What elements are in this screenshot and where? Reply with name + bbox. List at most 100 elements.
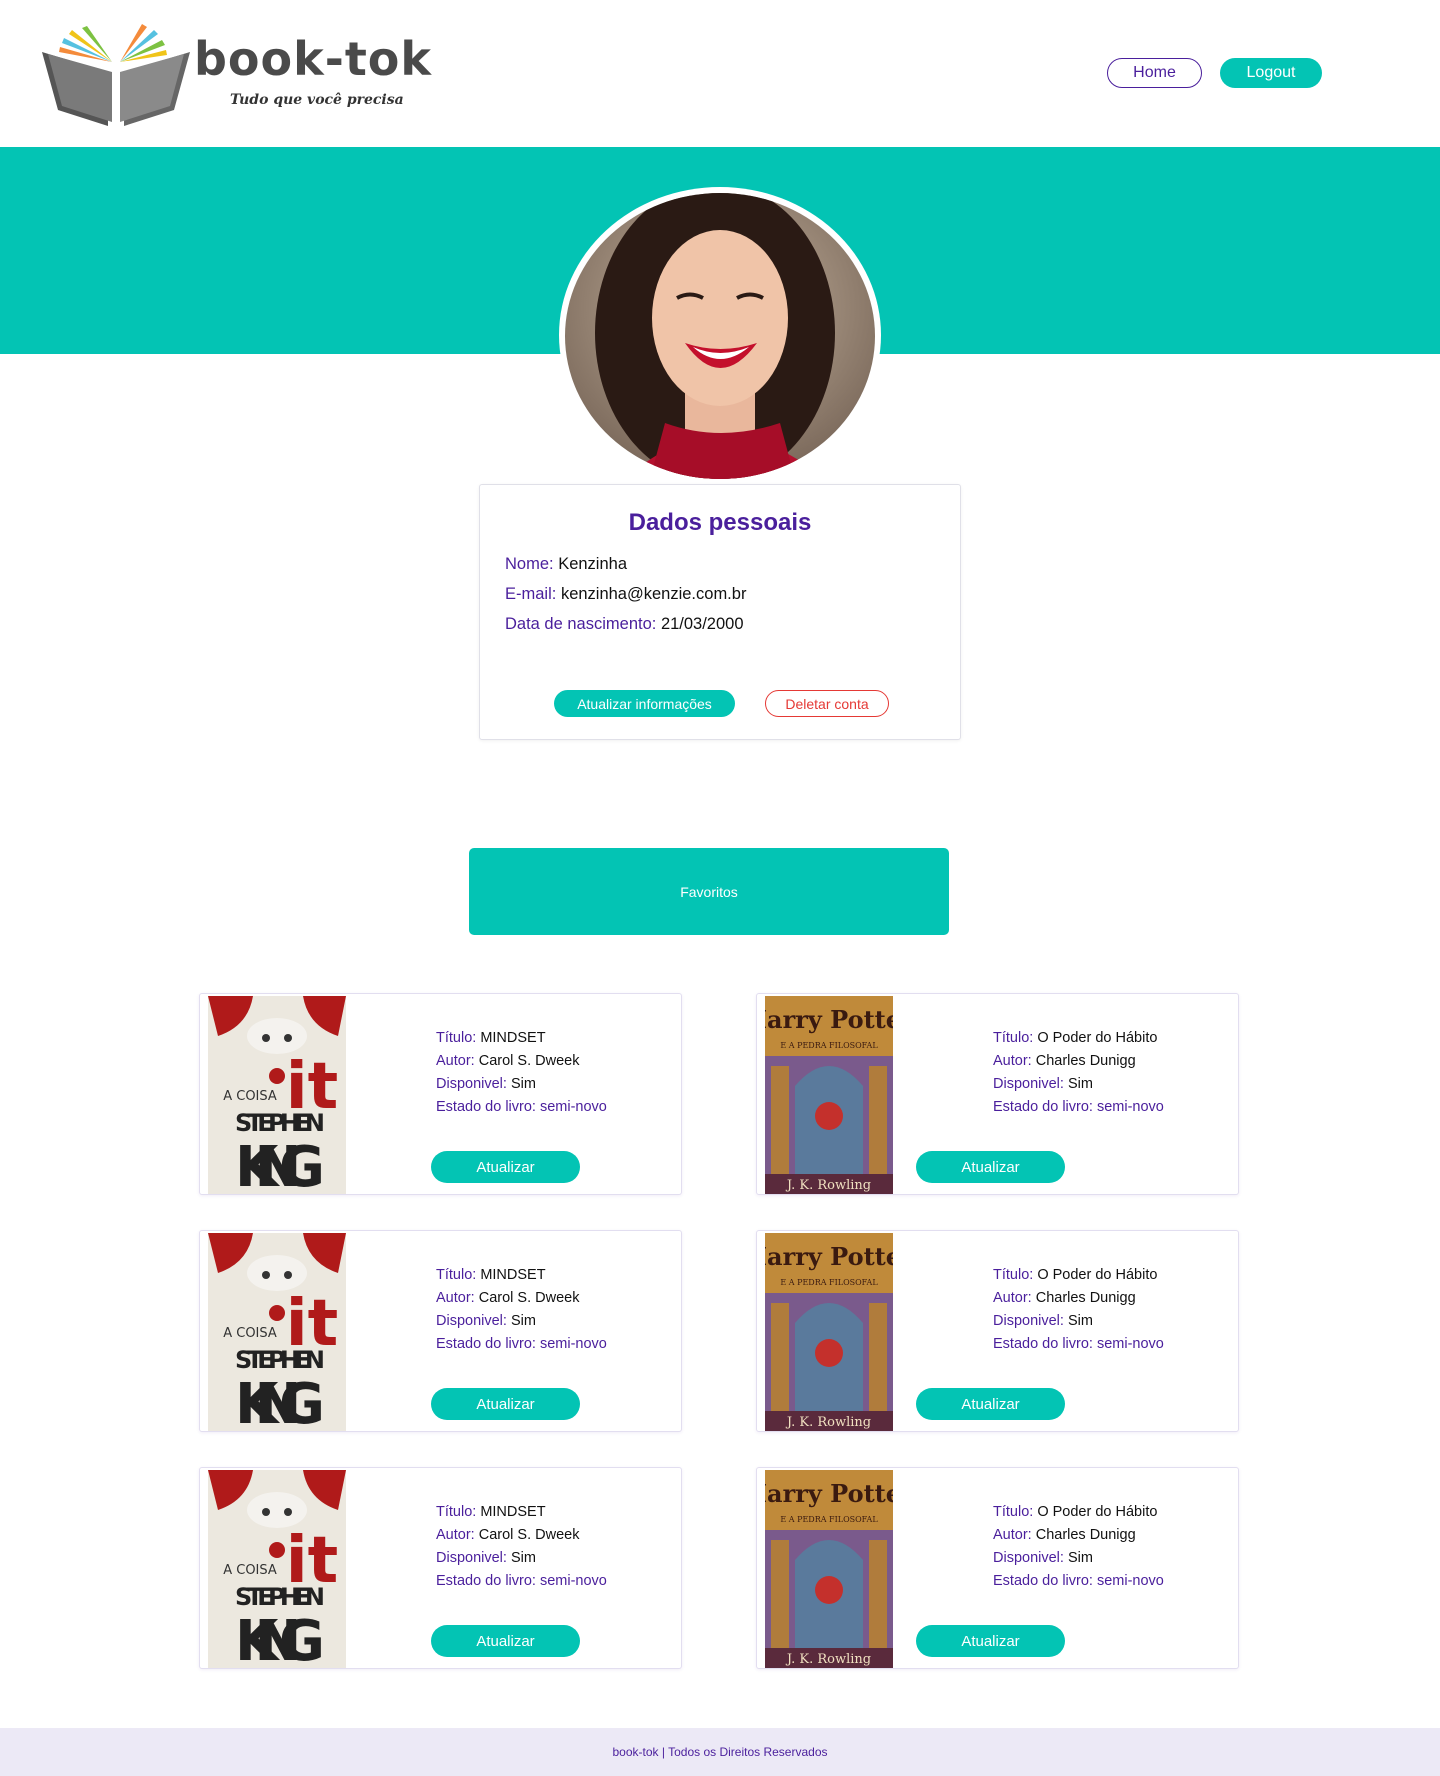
avatar	[565, 193, 875, 479]
book-available-value: Sim	[1067, 1076, 1093, 1092]
update-book-button[interactable]: Atualizar	[916, 1625, 1065, 1657]
book-author-label: Autor:	[436, 1290, 475, 1306]
book-info: Título: MINDSET Autor: Carol S. Dweek Disp…	[436, 1264, 607, 1356]
logo-tagline: Tudo que você precisa	[230, 92, 404, 108]
book-available-row: Disponivel: Sim	[993, 1310, 1164, 1333]
book-available-value: Sim	[510, 1550, 536, 1566]
email-value: kenzinha@kenzie.com.br	[560, 585, 747, 603]
book-title-value: O Poder do Hábito	[1037, 1030, 1158, 1046]
book-title-label: Título:	[993, 1267, 1034, 1283]
book-author-label: Autor:	[993, 1053, 1032, 1069]
hp-cover-title: Harry Potter	[765, 1005, 893, 1034]
top-nav: Home Logout	[1107, 58, 1322, 88]
book-status-row: Estado do livro: semi-novo	[993, 1333, 1164, 1356]
book-available-value: Sim	[1067, 1550, 1093, 1566]
book-title-row: Título: MINDSET	[436, 1501, 607, 1524]
update-book-button[interactable]: Atualizar	[431, 1625, 580, 1657]
hp-cover-subtitle: E A PEDRA FILOSOFAL	[780, 1278, 878, 1287]
logo[interactable]: book-tok Tudo que você precisa	[42, 22, 442, 127]
book-author-value: Charles Dunigg	[1035, 1527, 1136, 1543]
harry-potter-cover: Harry Potter E A PEDRA FILOSOFAL J. K. Row…	[765, 1470, 893, 1668]
it-stephen-king-cover: it A COISA STEPHEN KING	[208, 996, 346, 1194]
it-cover-top: A COISA	[223, 1326, 277, 1341]
hp-cover-subtitle: E A PEDRA FILOSOFAL	[780, 1515, 878, 1524]
book-card: it A COISA STEPHEN KING Título: MINDSET Autor…	[199, 1467, 682, 1669]
book-available-row: Disponivel: Sim	[993, 1547, 1164, 1570]
book-status-row: Estado do livro: semi-novo	[993, 1096, 1164, 1119]
logout-button[interactable]: Logout	[1220, 58, 1322, 88]
book-title-value: O Poder do Hábito	[1037, 1267, 1158, 1283]
header: book-tok Tudo que você precisa Home Logo…	[0, 0, 1440, 147]
book-author-value: Carol S. Dweek	[478, 1290, 580, 1306]
book-author-label: Autor:	[993, 1527, 1032, 1543]
hp-cover-title: Harry Potter	[765, 1479, 893, 1508]
delete-account-button[interactable]: Deletar conta	[765, 690, 889, 717]
book-title-label: Título:	[436, 1504, 477, 1520]
book-title-row: Título: O Poder do Hábito	[993, 1264, 1164, 1287]
book-info: Título: O Poder do Hábito Autor: Charles …	[993, 1264, 1164, 1356]
it-cover-top: A COISA	[223, 1563, 277, 1578]
personal-data-title: Dados pessoais	[628, 509, 812, 536]
name-label: Nome:	[505, 555, 554, 573]
book-status-label: Estado do livro:	[436, 1099, 536, 1115]
book-title-value: MINDSET	[480, 1030, 546, 1046]
it-cover-first: STEPHEN	[235, 1346, 325, 1374]
update-info-button[interactable]: Atualizar informações	[554, 690, 735, 717]
update-book-button[interactable]: Atualizar	[431, 1388, 580, 1420]
book-available-row: Disponivel: Sim	[993, 1073, 1164, 1096]
book-available-label: Disponivel:	[993, 1550, 1064, 1566]
update-book-button[interactable]: Atualizar	[431, 1151, 580, 1183]
it-stephen-king-cover: it A COISA STEPHEN KING	[208, 1233, 346, 1431]
book-available-row: Disponivel: Sim	[436, 1310, 607, 1333]
hp-cover-subtitle: E A PEDRA FILOSOFAL	[780, 1041, 878, 1050]
book-author-row: Autor: Carol S. Dweek	[436, 1287, 607, 1310]
favorites-button[interactable]: Favoritos	[469, 848, 949, 935]
book-available-value: Sim	[1067, 1313, 1093, 1329]
book-title-value: MINDSET	[480, 1267, 546, 1283]
book-author-row: Autor: Charles Dunigg	[993, 1524, 1164, 1547]
book-status-value: semi-novo	[1096, 1336, 1164, 1352]
book-author-label: Autor:	[436, 1527, 475, 1543]
home-button[interactable]: Home	[1107, 58, 1202, 88]
book-status-row: Estado do livro: semi-novo	[436, 1096, 607, 1119]
update-book-button[interactable]: Atualizar	[916, 1388, 1065, 1420]
book-card: it A COISA STEPHEN KING Título: MINDSET Autor…	[199, 1230, 682, 1432]
book-available-value: Sim	[510, 1076, 536, 1092]
book-available-value: Sim	[510, 1313, 536, 1329]
it-cover-last: KING	[235, 1135, 325, 1194]
book-author-row: Autor: Charles Dunigg	[993, 1050, 1164, 1073]
book-status-value: semi-novo	[1096, 1573, 1164, 1589]
email-label: E-mail:	[505, 585, 557, 603]
book-title-label: Título:	[436, 1267, 477, 1283]
book-card: Harry Potter E A PEDRA FILOSOFAL J. K. Row…	[756, 993, 1239, 1195]
book-status-label: Estado do livro:	[993, 1336, 1093, 1352]
book-title-label: Título:	[436, 1030, 477, 1046]
book-title-row: Título: O Poder do Hábito	[993, 1501, 1164, 1524]
book-available-label: Disponivel:	[436, 1076, 507, 1092]
it-cover-top: A COISA	[223, 1089, 277, 1104]
book-title-row: Título: MINDSET	[436, 1027, 607, 1050]
book-info: Título: MINDSET Autor: Carol S. Dweek Disp…	[436, 1027, 607, 1119]
book-info: Título: O Poder do Hábito Autor: Charles …	[993, 1501, 1164, 1593]
harry-potter-cover: Harry Potter E A PEDRA FILOSOFAL J. K. Row…	[765, 996, 893, 1194]
book-status-value: semi-novo	[539, 1099, 607, 1115]
book-title-value: MINDSET	[480, 1504, 546, 1520]
open-book-logo-icon	[42, 24, 190, 126]
avatar-photo	[565, 193, 875, 479]
book-author-row: Autor: Carol S. Dweek	[436, 1050, 607, 1073]
update-book-button[interactable]: Atualizar	[916, 1151, 1065, 1183]
book-status-label: Estado do livro:	[993, 1099, 1093, 1115]
footer: book-tok | Todos os Direitos Reservados	[0, 1728, 1440, 1776]
email-row: E-mail: kenzinha@kenzie.com.br	[505, 585, 746, 604]
it-cover-first: STEPHEN	[235, 1583, 325, 1611]
book-info: Título: MINDSET Autor: Carol S. Dweek Disp…	[436, 1501, 607, 1593]
book-status-label: Estado do livro:	[436, 1336, 536, 1352]
book-author-value: Carol S. Dweek	[478, 1527, 580, 1543]
book-available-label: Disponivel:	[993, 1076, 1064, 1092]
book-title-row: Título: O Poder do Hábito	[993, 1027, 1164, 1050]
hp-cover-author: J. K. Rowling	[785, 1178, 871, 1193]
book-status-value: semi-novo	[1096, 1099, 1164, 1115]
book-card: Harry Potter E A PEDRA FILOSOFAL J. K. Row…	[756, 1467, 1239, 1669]
book-available-row: Disponivel: Sim	[436, 1073, 607, 1096]
book-author-row: Autor: Charles Dunigg	[993, 1287, 1164, 1310]
